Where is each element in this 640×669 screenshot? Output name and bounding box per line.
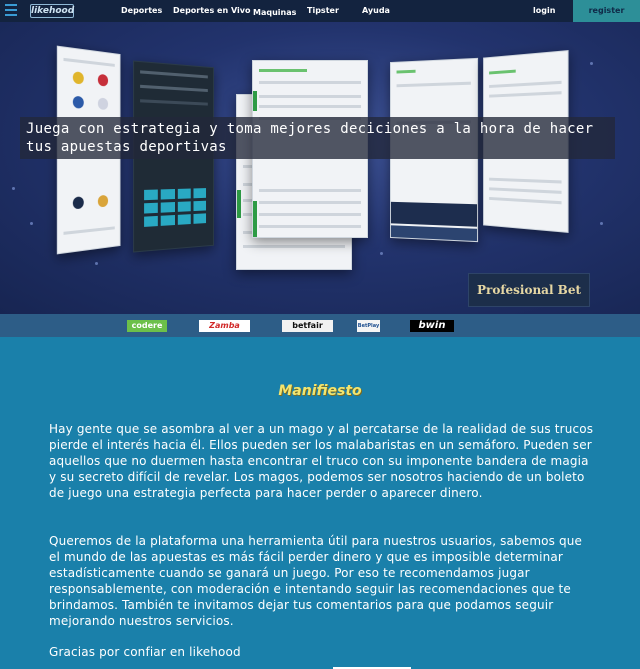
hero-banner: Juega con estrategia y toma mejores deci…	[0, 22, 640, 314]
partner-logos-bar: codere Zamba betfair BetPlay bwin	[0, 314, 640, 337]
zamba-logo[interactable]: Zamba	[199, 320, 250, 332]
star-decoration	[590, 62, 593, 65]
bwin-logo[interactable]: bwin	[410, 320, 454, 332]
star-decoration	[380, 252, 383, 255]
manifesto-title: Manifiesto	[278, 383, 362, 399]
register-button[interactable]: register	[573, 0, 640, 22]
top-navbar: likehood Deportes Deportes en Vivo Maqui…	[0, 0, 640, 22]
star-decoration	[600, 222, 603, 225]
login-link[interactable]: login	[533, 6, 555, 15]
star-decoration	[12, 187, 15, 190]
nav-link-ayuda[interactable]: Ayuda	[362, 6, 390, 15]
site-logo[interactable]: likehood	[30, 4, 74, 18]
star-decoration	[30, 222, 33, 225]
star-decoration	[95, 262, 98, 265]
manifesto-thanks: Gracias por confiar en likehood	[49, 645, 241, 659]
codere-logo[interactable]: codere	[127, 320, 167, 332]
nav-link-deportes-en-vivo[interactable]: Deportes en Vivo	[173, 6, 250, 15]
manifesto-paragraph-1: Hay gente que se asombra al ver a un mag…	[49, 422, 594, 500]
nav-link-tipster[interactable]: Tipster	[307, 6, 339, 15]
profesional-bet-badge[interactable]: Profesional Bet	[468, 273, 590, 307]
nav-link-maquinas[interactable]: Maquinas	[253, 8, 296, 17]
hamburger-menu-icon[interactable]	[5, 4, 17, 18]
betplay-logo[interactable]: BetPlay	[357, 320, 380, 332]
manifesto-section: Manifiesto Hay gente que se asombra al v…	[0, 337, 640, 669]
betfair-logo[interactable]: betfair	[282, 320, 333, 332]
manifesto-paragraph-2: Queremos de la plataforma una herramient…	[49, 534, 583, 628]
hero-tagline: Juega con estrategia y toma mejores deci…	[20, 117, 615, 159]
nav-link-deportes[interactable]: Deportes	[121, 6, 162, 15]
